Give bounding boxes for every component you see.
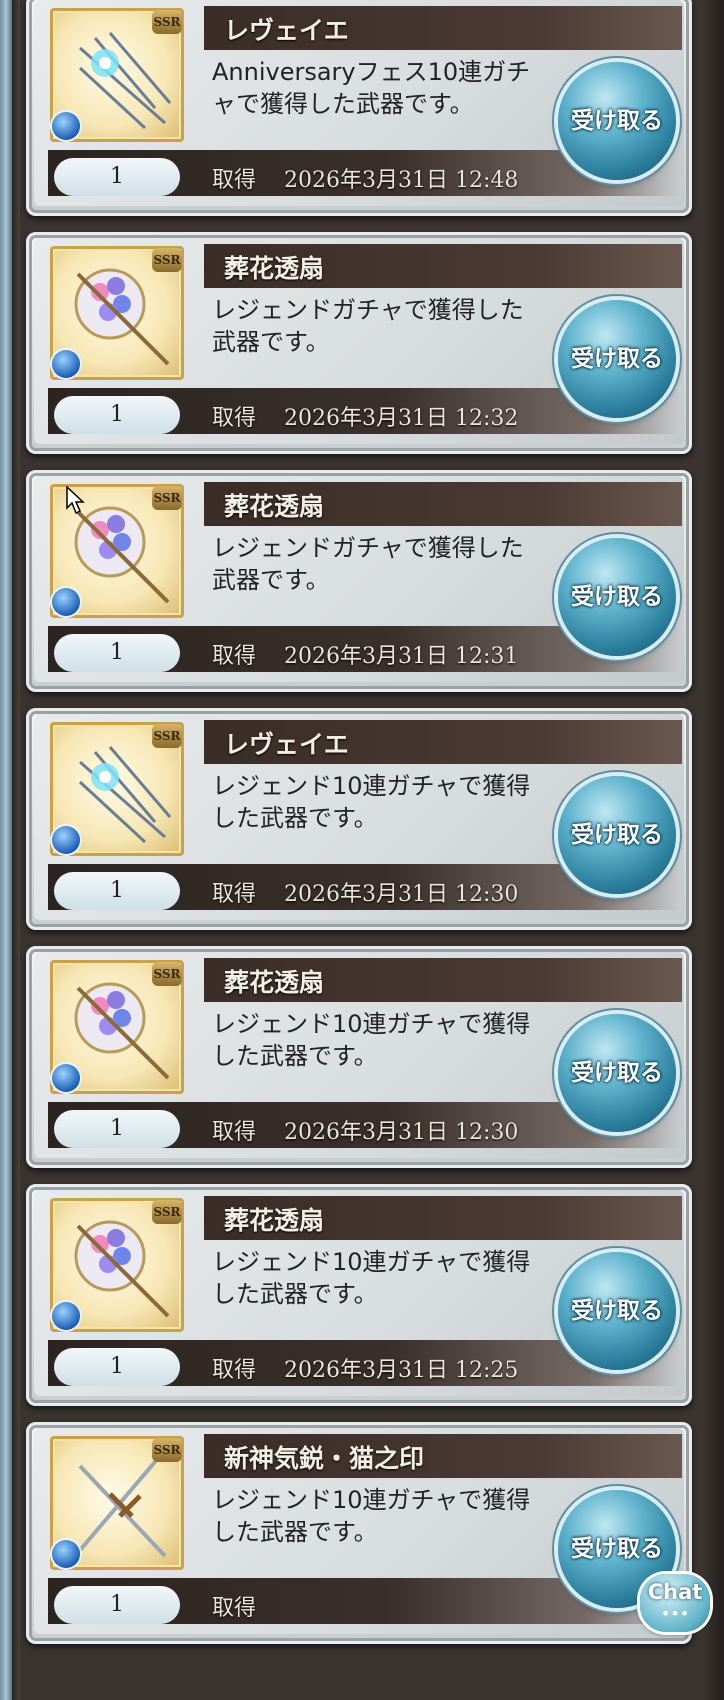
receive-button[interactable]: 受け取る xyxy=(558,1014,676,1132)
acquired-date: 2026年3月31日 12:31 xyxy=(284,644,519,669)
quantity-badge: 1 xyxy=(54,872,180,910)
item-description: レジェンド10連ガチャで獲得した武器です。 xyxy=(212,1010,531,1070)
acquired-label: 取得 xyxy=(212,406,257,431)
chat-bubble-icon: ••• xyxy=(660,1604,690,1623)
receive-button[interactable]: 受け取る xyxy=(558,776,676,894)
mouse-cursor-icon xyxy=(66,486,85,515)
quantity-badge: 1 xyxy=(54,1348,180,1386)
weapon-thumbnail: SSR xyxy=(50,8,184,142)
weapon-thumbnail: SSR xyxy=(50,246,184,380)
ssr-badge: SSR xyxy=(152,486,182,510)
acquired-date: 2026年3月31日 12:25 xyxy=(284,1358,519,1383)
list-item: 葬花透扇 SSR レジェンド10連ガチャで獲得した武器です。 1 取得 2026… xyxy=(26,946,692,1168)
item-title: レヴェイエ xyxy=(224,16,349,45)
left-frame-shadow xyxy=(12,0,20,1700)
ssr-badge: SSR xyxy=(152,248,182,272)
ssr-badge: SSR xyxy=(152,10,182,34)
acquired-date: 2026年3月31日 12:30 xyxy=(284,882,519,907)
receive-button[interactable]: 受け取る xyxy=(558,300,676,418)
weapon-thumbnail: SSR xyxy=(50,1436,184,1570)
water-element-icon xyxy=(52,588,80,616)
receive-button[interactable]: 受け取る xyxy=(558,62,676,180)
ssr-badge: SSR xyxy=(152,962,182,986)
ssr-badge: SSR xyxy=(152,1438,182,1462)
water-element-icon xyxy=(52,112,80,140)
acquired-label: 取得 xyxy=(212,1358,257,1383)
list-item: レヴェイエ SSR レジェンド10連ガチャで獲得した武器です。 1 取得 202… xyxy=(26,708,692,930)
acquired-label: 取得 xyxy=(212,168,257,193)
water-element-icon xyxy=(52,350,80,378)
quantity-badge: 1 xyxy=(54,1586,180,1624)
receive-button[interactable]: 受け取る xyxy=(558,538,676,656)
acquired-date: 2026年3月31日 12:48 xyxy=(284,168,519,193)
item-title: 葬花透扇 xyxy=(224,1206,325,1235)
water-element-icon xyxy=(52,1302,80,1330)
item-title-bar: 葬花透扇 xyxy=(204,244,682,288)
left-frame xyxy=(0,0,12,1700)
item-description: レジェンドガチャで獲得した武器です。 xyxy=(212,296,524,356)
quantity-badge: 1 xyxy=(54,634,180,672)
receive-button[interactable]: 受け取る xyxy=(558,1252,676,1370)
acquired-date: 2026年3月31日 12:32 xyxy=(284,406,519,431)
item-description: レジェンド10連ガチャで獲得した武器です。 xyxy=(212,772,531,832)
list-item: 葬花透扇 SSR レジェンドガチャで獲得した武器です。 1 取得 2026年3月… xyxy=(26,232,692,454)
right-frame xyxy=(704,0,724,1700)
acquired-label: 取得 xyxy=(212,644,257,669)
item-description: レジェンド10連ガチャで獲得した武器です。 xyxy=(212,1486,531,1546)
item-title: 葬花透扇 xyxy=(224,254,325,283)
item-title-bar: レヴェイエ xyxy=(204,6,682,50)
item-title: 葬花透扇 xyxy=(224,968,325,997)
list-item: 葬花透扇 SSR レジェンド10連ガチャで獲得した武器です。 1 取得 2026… xyxy=(26,1184,692,1406)
list-item: 葬花透扇 SSR レジェンドガチャで獲得した武器です。 1 取得 2026年3月… xyxy=(26,470,692,692)
chat-label: Chat xyxy=(647,1580,703,1604)
item-title: レヴェイエ xyxy=(224,730,349,759)
quantity-badge: 1 xyxy=(54,396,180,434)
weapon-thumbnail: SSR xyxy=(50,1198,184,1332)
quantity-badge: 1 xyxy=(54,158,180,196)
weapon-thumbnail: SSR xyxy=(50,722,184,856)
item-title-bar: 葬花透扇 xyxy=(204,958,682,1002)
water-element-icon xyxy=(52,1064,80,1092)
chat-button[interactable]: Chat ••• xyxy=(640,1574,710,1632)
list-item: 新神気鋭・猫之印 SSR レジェンド10連ガチャで獲得した武器です。 1 取得 xyxy=(26,1422,692,1644)
weapon-thumbnail: SSR xyxy=(50,960,184,1094)
item-description: レジェンド10連ガチャで獲得した武器です。 xyxy=(212,1248,531,1308)
list-item: レヴェイエ SSR Anniversaryフェス10連ガチャで獲得した武器です。… xyxy=(26,0,692,216)
ssr-badge: SSR xyxy=(152,1200,182,1224)
item-title-bar: 新神気鋭・猫之印 xyxy=(204,1434,682,1478)
water-element-icon xyxy=(52,1540,80,1568)
item-title: 葬花透扇 xyxy=(224,492,325,521)
item-description: レジェンドガチャで獲得した武器です。 xyxy=(212,534,524,594)
acquired-date: 2026年3月31日 12:30 xyxy=(284,1120,519,1145)
acquired-label: 取得 xyxy=(212,1120,257,1145)
acquired-label: 取得 xyxy=(212,882,257,907)
quantity-badge: 1 xyxy=(54,1110,180,1148)
ssr-badge: SSR xyxy=(152,724,182,748)
item-description: Anniversaryフェス10連ガチャで獲得した武器です。 xyxy=(212,58,531,118)
item-title-bar: レヴェイエ xyxy=(204,720,682,764)
item-title: 新神気鋭・猫之印 xyxy=(224,1444,425,1473)
acquired-label: 取得 xyxy=(212,1596,257,1621)
water-element-icon xyxy=(52,826,80,854)
item-title-bar: 葬花透扇 xyxy=(204,482,682,526)
item-title-bar: 葬花透扇 xyxy=(204,1196,682,1240)
